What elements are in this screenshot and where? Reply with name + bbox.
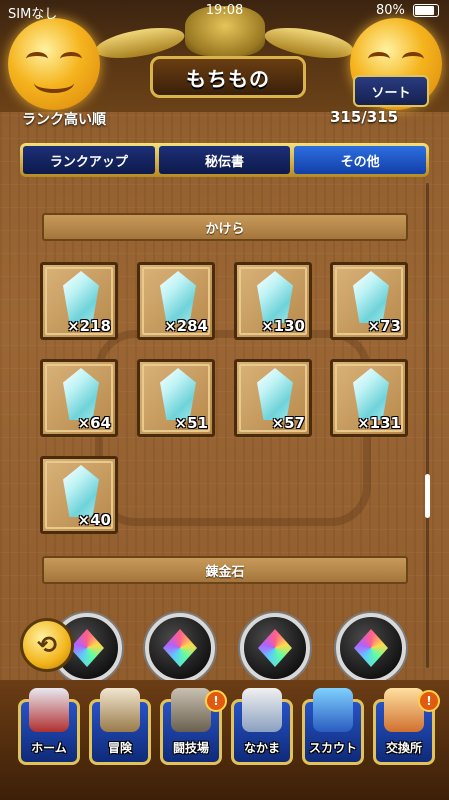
back-arrow-icon: ⟲ [36, 631, 58, 659]
fragment-item[interactable]: ×64 [40, 359, 118, 437]
alchemy-stone-item[interactable] [240, 613, 310, 683]
rainbow-stone-icon [163, 629, 197, 667]
item-quantity: ×57 [271, 414, 305, 432]
scout-icon [313, 688, 353, 732]
back-button[interactable]: ⟲ [20, 618, 74, 672]
tab-other[interactable]: その他 [294, 146, 427, 174]
scrollbar-track[interactable] [426, 183, 429, 668]
section-header-alchemy-stones: 錬金石 [42, 556, 408, 584]
battery-percent: 80% [375, 3, 405, 18]
fragment-item[interactable]: ×57 [234, 359, 312, 437]
fragment-item[interactable]: ×51 [137, 359, 215, 437]
fragment-item[interactable]: ×131 [330, 359, 408, 437]
fragment-item[interactable]: ×130 [234, 262, 312, 340]
notification-badge: ! [418, 690, 440, 712]
item-quantity: ×40 [77, 511, 111, 529]
nav-label: スカウト [308, 741, 357, 755]
nav-arena[interactable]: 闘技場 ! [160, 688, 227, 765]
item-quantity: ×131 [357, 414, 401, 432]
scrollbar-thumb[interactable] [425, 474, 430, 518]
section-header-fragments: かけら [42, 213, 408, 241]
exchange-shop-icon [384, 688, 424, 732]
rainbow-stone-icon [354, 629, 388, 667]
nav-party[interactable]: なかま [231, 688, 293, 765]
tab-rank-up[interactable]: ランクアップ [23, 146, 155, 174]
slime-icon [8, 18, 100, 110]
page-title: もちもの [186, 66, 270, 91]
item-quantity: ×284 [164, 317, 208, 335]
fragment-item[interactable]: ×218 [40, 262, 118, 340]
item-quantity: ×218 [67, 317, 111, 335]
nav-label: 交換所 [385, 741, 422, 755]
tab-secret-book[interactable]: 秘伝書 [158, 146, 291, 174]
item-count: 315/315 [330, 108, 399, 126]
item-quantity: ×130 [261, 317, 305, 335]
nav-label: ホーム [31, 741, 67, 755]
arena-icon [171, 688, 211, 732]
fragment-item[interactable]: ×73 [330, 262, 408, 340]
rainbow-stone-icon [70, 629, 104, 667]
wagon-icon [100, 688, 140, 732]
castle-icon [29, 688, 69, 732]
nav-adventure[interactable]: 冒険 [89, 688, 151, 765]
sort-button[interactable]: ソート [353, 75, 429, 107]
item-quantity: ×73 [367, 317, 401, 335]
alchemy-stone-item[interactable] [145, 613, 215, 683]
page-title-plate: もちもの [150, 56, 306, 98]
nav-label: なかま [243, 741, 280, 755]
rainbow-stone-icon [258, 629, 292, 667]
item-quantity: ×64 [77, 414, 111, 432]
category-tabs: ランクアップ 秘伝書 その他 [20, 143, 429, 177]
nav-label: 闘技場 [172, 741, 209, 755]
fragment-item[interactable]: ×284 [137, 262, 215, 340]
alchemy-stone-item[interactable] [336, 613, 406, 683]
fragment-item[interactable]: ×40 [40, 456, 118, 534]
item-quantity: ×51 [174, 414, 208, 432]
nav-exchange[interactable]: 交換所 ! [373, 688, 440, 765]
sort-mode-label: ランク高い順 [22, 112, 106, 128]
monster-icon [242, 688, 282, 732]
battery-indicator: 80% [376, 3, 439, 18]
battery-icon [413, 4, 439, 17]
nav-home[interactable]: ホーム [18, 688, 80, 765]
nav-scout[interactable]: スカウト [302, 688, 364, 765]
notification-badge: ! [205, 690, 227, 712]
nav-label: 冒険 [107, 741, 132, 755]
status-bar: SIMなし 19:08 80% [0, 0, 449, 22]
